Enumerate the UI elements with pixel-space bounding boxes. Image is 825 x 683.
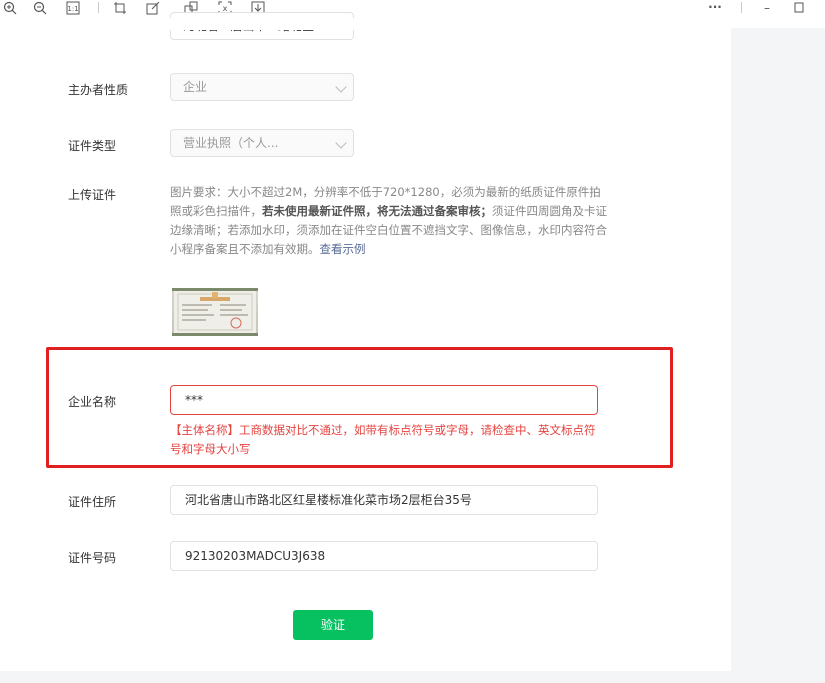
zoom-out-icon[interactable]: [33, 1, 47, 15]
maximize-icon[interactable]: [792, 1, 806, 15]
cert-number-value: 92130203MADCU3J638: [185, 549, 326, 563]
page-background-bottom: [0, 671, 731, 683]
chevron-down-icon: [335, 81, 347, 93]
edit-icon[interactable]: [146, 1, 160, 15]
organizer-type-select[interactable]: 企业: [170, 73, 354, 101]
cert-type-select[interactable]: 营业执照（个人...: [170, 129, 354, 157]
viewer-toolbar: 1:1 x ··· –: [0, 0, 825, 18]
company-name-error-message: 【主体名称】工商数据对比不通过，如带有标点符号或字母，请检查中、英文标点符号和字…: [170, 423, 596, 456]
scroll-mask: [0, 18, 731, 30]
cert-address-value: 河北省唐山市路北区红星楼标准化菜市场2层柜台35号: [185, 493, 472, 507]
cert-address-input[interactable]: 河北省唐山市路北区红星楼标准化菜市场2层柜台35号: [170, 485, 598, 515]
company-name-input[interactable]: ***: [170, 385, 598, 415]
uploaded-license-thumbnail[interactable]: [172, 288, 258, 336]
company-name-label: 企业名称: [68, 395, 117, 409]
upload-cert-label: 上传证件: [68, 188, 117, 202]
svg-text:1:1: 1:1: [67, 5, 78, 13]
upload-requirements: 图片要求：大小不超过2M，分辨率不低于720*1280，必须为最新的纸质证件原件…: [170, 183, 610, 259]
chevron-down-icon: [335, 137, 347, 149]
zoom-in-icon[interactable]: [3, 1, 17, 15]
organizer-type-value: 企业: [183, 80, 208, 94]
more-icon[interactable]: ···: [706, 0, 724, 14]
crop-icon[interactable]: [113, 1, 127, 15]
view-example-link[interactable]: 查看示例: [320, 242, 366, 256]
cert-type-label: 证件类型: [68, 139, 117, 153]
cert-type-value: 营业执照（个人...: [183, 136, 279, 150]
page-background-right: [731, 28, 825, 683]
actual-size-icon[interactable]: 1:1: [66, 1, 80, 15]
company-name-value: ***: [185, 393, 203, 407]
cert-number-label: 证件号码: [68, 551, 117, 565]
cert-number-input[interactable]: 92130203MADCU3J638: [170, 541, 598, 571]
organizer-type-label: 主办者性质: [68, 83, 129, 97]
minimize-icon[interactable]: –: [760, 1, 774, 15]
verify-button[interactable]: 验证: [293, 610, 373, 640]
cert-address-label: 证件住所: [68, 495, 117, 509]
requirements-bold-text: 若未使用最新证件照，将无法通过备案审核；: [262, 204, 492, 218]
